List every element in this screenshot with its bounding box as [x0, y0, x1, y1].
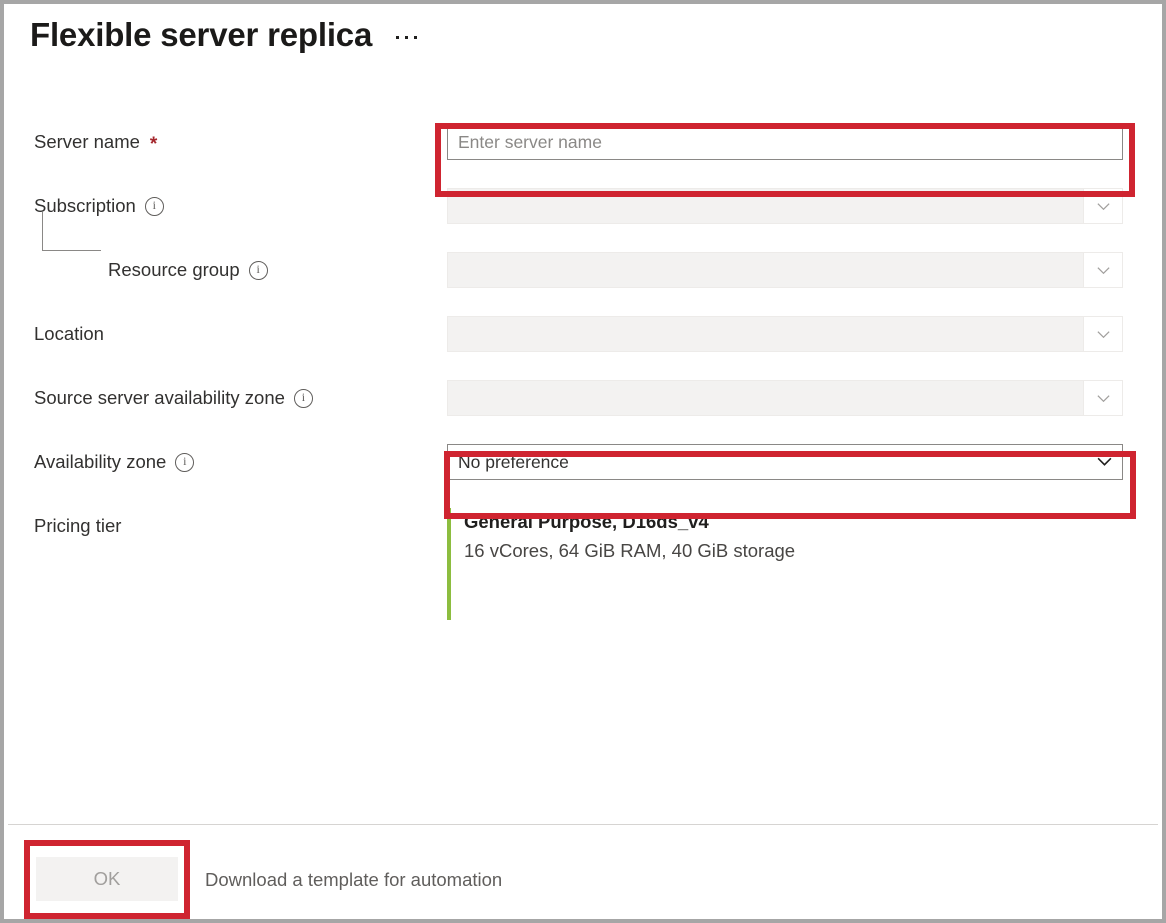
label-availability-zone-text: Availability zone	[34, 451, 166, 473]
form-row-resource-group: Resource group	[4, 252, 1162, 316]
availability-zone-dropdown-value: No preference	[458, 452, 569, 473]
info-circle-icon[interactable]	[145, 197, 164, 216]
info-circle-icon[interactable]	[175, 453, 194, 472]
label-location-text: Location	[34, 323, 104, 345]
chevron-down-icon	[1096, 453, 1111, 468]
label-source-server-availability-zone: Source server availability zone	[34, 380, 313, 416]
control-resource-group	[447, 252, 1123, 288]
info-circle-icon[interactable]	[294, 389, 313, 408]
source-server-availability-zone-dropdown[interactable]	[447, 380, 1123, 416]
label-subscription: Subscription	[34, 188, 164, 224]
availability-zone-dropdown[interactable]: No preference	[447, 444, 1123, 480]
chevron-down-icon	[1083, 317, 1122, 351]
control-location	[447, 316, 1123, 352]
form-row-location: Location	[4, 316, 1162, 380]
control-availability-zone: No preference	[447, 444, 1123, 480]
required-marker: *	[150, 135, 157, 154]
label-resource-group: Resource group	[108, 252, 268, 288]
replica-form: Server name * Subscription	[4, 124, 1162, 638]
label-server-name: Server name *	[34, 124, 157, 160]
download-template-link[interactable]: Download a template for automation	[205, 869, 502, 891]
control-server-name	[447, 124, 1123, 160]
form-row-source-server-availability-zone: Source server availability zone	[4, 380, 1162, 444]
label-server-name-text: Server name	[34, 131, 140, 153]
form-row-pricing-tier: Pricing tier General Purpose, D16ds_v4 1…	[4, 508, 1162, 638]
control-subscription	[447, 188, 1123, 224]
pricing-tier-title: General Purpose, D16ds_v4	[464, 508, 1047, 536]
control-source-server-availability-zone	[447, 380, 1123, 416]
label-pricing-tier: Pricing tier	[34, 508, 121, 544]
flexible-server-replica-blade: Flexible server replica Server name * Sub…	[0, 0, 1166, 923]
blade-header: Flexible server replica	[30, 12, 426, 58]
form-row-availability-zone: Availability zone No preference	[4, 444, 1162, 508]
label-location: Location	[34, 316, 104, 352]
ok-button[interactable]: OK	[36, 857, 178, 901]
location-dropdown[interactable]	[447, 316, 1123, 352]
form-row-server-name: Server name *	[4, 124, 1162, 188]
info-circle-icon[interactable]	[249, 261, 268, 280]
label-subscription-text: Subscription	[34, 195, 136, 217]
server-name-input[interactable]	[447, 124, 1123, 160]
label-availability-zone: Availability zone	[34, 444, 194, 480]
label-resource-group-text: Resource group	[108, 259, 240, 281]
page-title: Flexible server replica	[30, 12, 372, 58]
label-source-server-availability-zone-text: Source server availability zone	[34, 387, 285, 409]
subscription-dropdown[interactable]	[447, 188, 1123, 224]
label-pricing-tier-text: Pricing tier	[34, 515, 121, 537]
pricing-tier-details: 16 vCores, 64 GiB RAM, 40 GiB storage	[464, 536, 1047, 566]
chevron-down-icon	[1083, 189, 1122, 223]
chevron-down-icon	[1083, 381, 1122, 415]
ellipsis-horizontal-icon[interactable]	[394, 24, 426, 50]
form-row-subscription: Subscription	[4, 188, 1162, 252]
ellipsis-dot-3	[414, 36, 417, 39]
chevron-down-icon	[1083, 253, 1122, 287]
pricing-tier-summary[interactable]: General Purpose, D16ds_v4 16 vCores, 64 …	[447, 508, 1047, 620]
ellipsis-dot-1	[396, 36, 399, 39]
ellipsis-dot-2	[405, 36, 408, 39]
blade-footer: OK Download a template for automation	[4, 825, 1162, 919]
resource-group-dropdown[interactable]	[447, 252, 1123, 288]
